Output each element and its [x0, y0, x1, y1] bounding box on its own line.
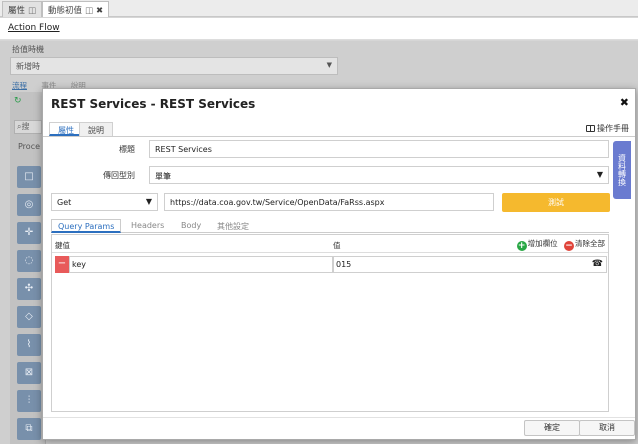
grid-actions: + 增加欄位 − 清除全部 — [516, 238, 605, 251]
col-key-header: 鍵值 — [55, 241, 70, 250]
dialog-tabs: 屬性 說明 操作手冊 — [43, 122, 635, 137]
caret-down-icon: ▼ — [145, 197, 152, 206]
data-transform-side-tab[interactable]: 資料轉換 — [613, 141, 631, 199]
tool-icon[interactable]: ◌ — [17, 250, 41, 272]
document-tab-bar: 屬性 ◫ 動態初值 ◫ ✖ — [0, 0, 638, 17]
url-input[interactable]: https://data.coa.gov.tw/Service/OpenData… — [164, 193, 494, 211]
caret-down-icon: ▼ — [326, 61, 332, 69]
tab-query-params[interactable]: Query Params — [51, 219, 122, 233]
plus-icon: + — [516, 241, 527, 251]
tool-icon[interactable]: □ — [17, 166, 41, 188]
action-flow-header: Action Flow — [0, 18, 638, 40]
table-row: − key 015 ☎ — [55, 256, 607, 273]
param-value-text: 015 — [336, 260, 352, 269]
trigger-value: 新增時 — [16, 62, 40, 71]
manual-link[interactable]: 操作手冊 — [586, 123, 629, 134]
refresh-icon[interactable]: ↻ — [14, 96, 22, 106]
tab-dynamic-initial-value[interactable]: 動態初值 ◫ ✖ — [42, 1, 110, 17]
minus-icon: − — [564, 241, 574, 251]
return-type-label: 傳回型別 — [103, 171, 135, 180]
tool-icon[interactable]: ◎ — [17, 194, 41, 216]
tool-icon[interactable]: ✛ — [17, 222, 41, 244]
pin-icon[interactable]: ◫ — [28, 6, 36, 16]
param-key-input[interactable]: key — [69, 256, 333, 273]
tab-label: 動態初值 — [48, 6, 83, 16]
tool-icon[interactable]: ✣ — [17, 278, 41, 300]
cancel-button[interactable]: 取消 — [579, 420, 635, 436]
trigger-select[interactable]: 新增時 ▼ — [10, 57, 338, 75]
params-grid: 鍵值 值 + 增加欄位 − 清除全部 − key 015 ☎ — [51, 234, 609, 412]
tool-icon[interactable]: ◇ — [17, 306, 41, 328]
process-label: Proce — [18, 142, 41, 151]
clear-all-button[interactable]: − 清除全部 — [560, 239, 605, 251]
search-placeholder: 搜 — [21, 122, 30, 131]
manual-label: 操作手冊 — [597, 124, 629, 133]
tool-icon[interactable]: ⌇ — [17, 334, 41, 356]
phone-icon[interactable]: ☎ — [592, 259, 603, 269]
book-icon — [586, 125, 595, 132]
tool-icon[interactable]: ⫶ — [17, 390, 41, 412]
tab-properties[interactable]: 屬性 ◫ — [2, 1, 43, 17]
tab-properties[interactable]: 屬性 — [49, 122, 83, 136]
close-icon[interactable]: ✖ — [96, 6, 103, 16]
subtab-flow[interactable]: 流程 — [12, 81, 27, 90]
tool-search-input[interactable]: ⌕搜 — [14, 120, 42, 134]
dialog-title: REST Services - REST Services — [51, 97, 256, 111]
http-method-value: Get — [57, 198, 72, 207]
ok-button[interactable]: 確定 — [524, 420, 580, 436]
title-input[interactable]: REST Services — [149, 140, 609, 158]
delete-row-button[interactable]: − — [55, 256, 69, 273]
tool-icon[interactable]: ⊠ — [17, 362, 41, 384]
tab-headers[interactable]: Headers — [125, 219, 170, 233]
param-tabs: Query Params Headers Body 其他設定 — [51, 219, 609, 233]
pin-icon[interactable]: ◫ — [85, 6, 93, 16]
test-button[interactable]: 測試 — [502, 193, 610, 212]
action-flow-link[interactable]: Action Flow — [8, 23, 60, 33]
tab-body[interactable]: Body — [175, 219, 207, 233]
col-value-header: 值 — [333, 241, 341, 250]
caret-down-icon: ▼ — [596, 170, 603, 179]
clear-all-label: 清除全部 — [575, 239, 605, 248]
tab-description[interactable]: 說明 — [79, 122, 113, 136]
tab-label: 屬性 — [8, 6, 26, 16]
add-field-label: 增加欄位 — [527, 239, 558, 248]
footer-divider — [43, 417, 635, 418]
tool-icon[interactable]: ⧉ — [17, 418, 41, 440]
grid-header: 鍵值 值 + 增加欄位 − 清除全部 — [52, 235, 608, 253]
add-field-button[interactable]: + 增加欄位 — [516, 239, 558, 251]
param-value-input[interactable]: 015 ☎ — [333, 256, 607, 273]
http-method-select[interactable]: Get ▼ — [51, 193, 158, 211]
return-type-value: 單筆 — [155, 172, 171, 181]
return-type-select[interactable]: 單筆 ▼ — [149, 166, 609, 184]
rest-services-dialog: REST Services - REST Services ✖ 屬性 說明 操作… — [42, 88, 636, 440]
close-icon[interactable]: ✖ — [620, 96, 629, 109]
trigger-label: 拾值時機 — [12, 45, 44, 54]
title-label: 標題 — [119, 145, 135, 154]
tab-other-settings[interactable]: 其他設定 — [211, 219, 255, 233]
